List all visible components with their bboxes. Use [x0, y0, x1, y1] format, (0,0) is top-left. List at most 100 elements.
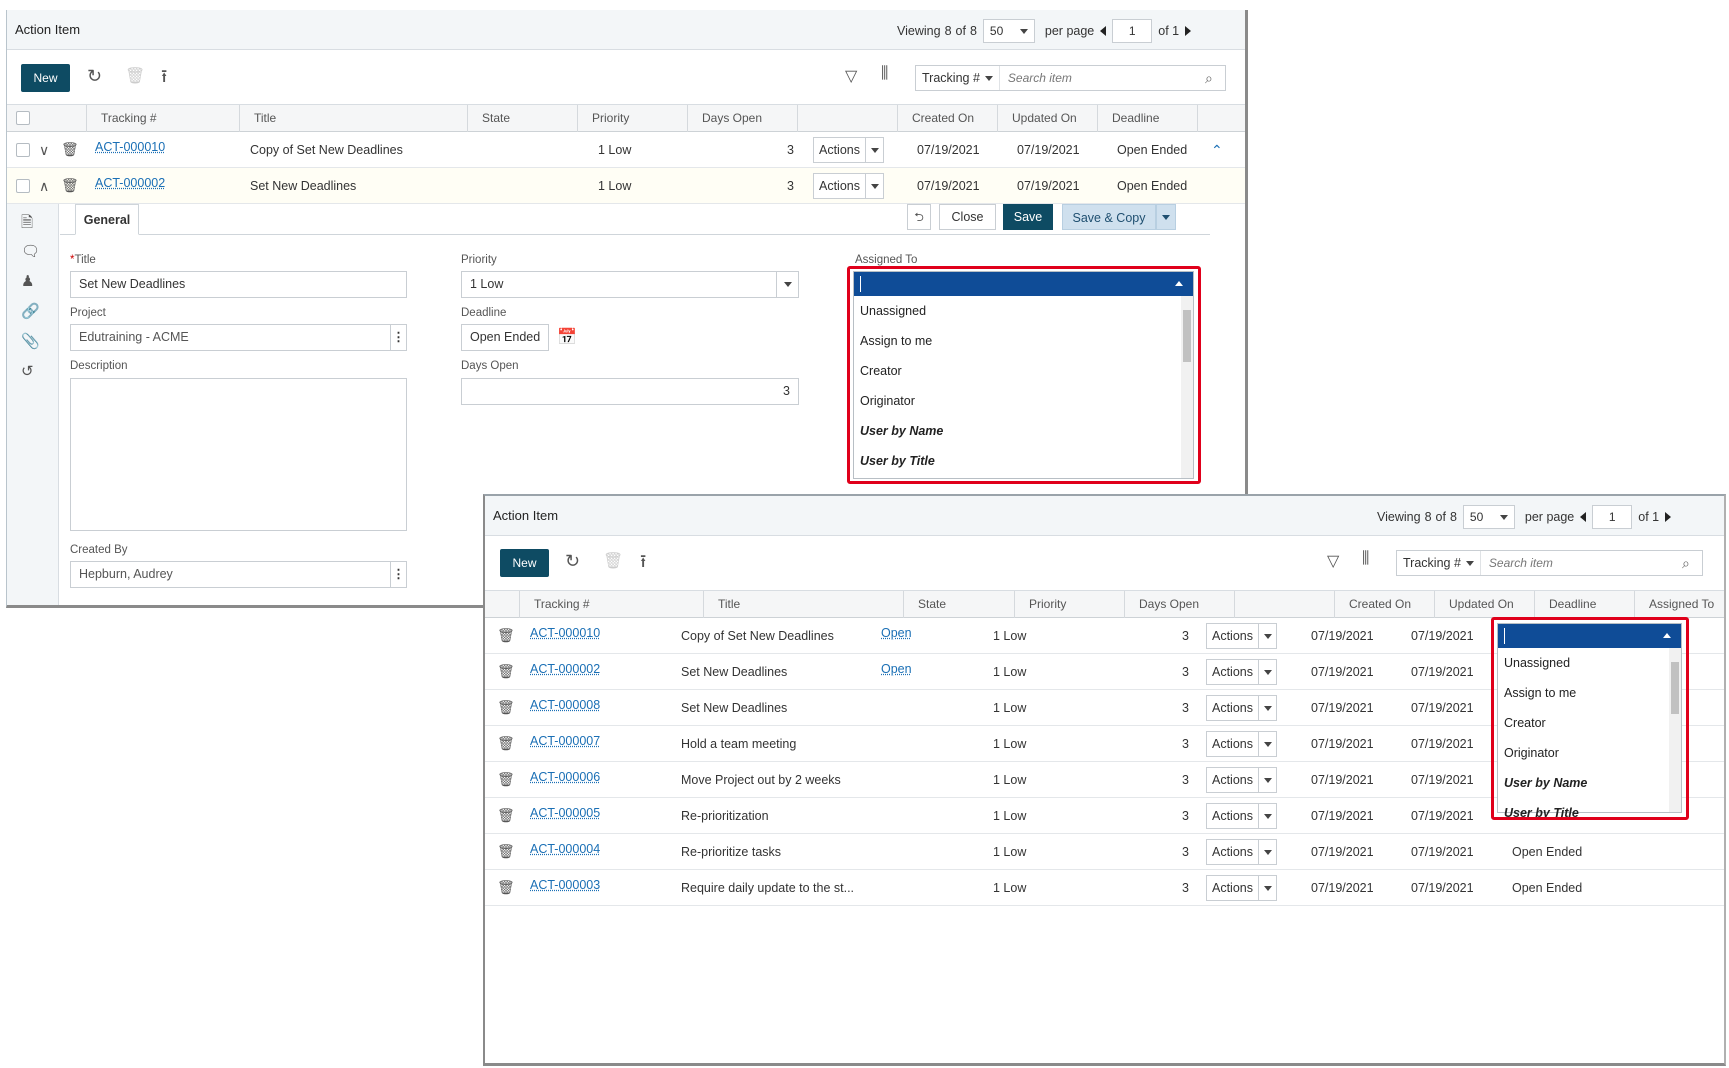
per-page-select[interactable]: 50: [1462, 505, 1515, 529]
prev-page-icon[interactable]: [1580, 512, 1587, 522]
col-title[interactable]: Title: [704, 591, 904, 618]
calendar-icon[interactable]: 📅: [557, 327, 577, 347]
attachment-icon[interactable]: 📎: [21, 332, 40, 350]
tracking-link[interactable]: ACT-000004: [530, 831, 600, 867]
table-row[interactable]: ∧ 🗑 ACT-000002 Set New Deadlines 1 Low 3…: [7, 168, 1245, 204]
tracking-link[interactable]: ACT-000006: [530, 759, 600, 795]
trash-icon[interactable]: 🗑: [497, 735, 515, 752]
new-button[interactable]: New: [21, 64, 70, 92]
filter-icon[interactable]: ▽: [1327, 551, 1339, 571]
actions-dropdown[interactable]: Actions: [1206, 659, 1277, 685]
filter-icon[interactable]: ▽: [845, 66, 857, 86]
search-icon[interactable]: ⌕: [1682, 555, 1702, 572]
col-deadline[interactable]: Deadline: [1098, 105, 1198, 132]
search-field-select[interactable]: Tracking #: [1397, 551, 1481, 575]
row-state[interactable]: Open: [881, 651, 912, 687]
trash-icon[interactable]: 🗑: [497, 843, 515, 860]
tracking-link[interactable]: ACT-000003: [530, 867, 600, 903]
table-row[interactable]: 🗑 ACT-000004 Re-prioritize tasks 1 Low 3 Acti…: [485, 834, 1724, 870]
page-input[interactable]: 1: [1112, 19, 1153, 43]
actions-dropdown[interactable]: Actions: [1206, 803, 1277, 829]
col-priority[interactable]: Priority: [578, 105, 688, 132]
actions-dropdown[interactable]: Actions: [1206, 695, 1277, 721]
tracking-link[interactable]: ACT-000008: [530, 687, 600, 723]
actions-dropdown[interactable]: Actions: [1206, 767, 1277, 793]
trash-icon[interactable]: 🗑: [497, 663, 515, 680]
col-updated-on[interactable]: Updated On: [998, 105, 1098, 132]
col-state[interactable]: State: [468, 105, 578, 132]
trash-icon[interactable]: 🗑: [497, 627, 515, 644]
col-tracking[interactable]: Tracking #: [520, 591, 704, 618]
save-copy-button[interactable]: Save & Copy: [1062, 204, 1156, 230]
title-field[interactable]: Set New Deadlines: [70, 271, 407, 298]
refresh-icon[interactable]: ↻: [87, 66, 102, 87]
trash-icon[interactable]: 🗑: [497, 807, 515, 824]
search-field-select[interactable]: Tracking #: [916, 66, 1000, 90]
save-copy-dropdown[interactable]: [1156, 204, 1176, 230]
tracking-link[interactable]: ACT-000002: [95, 165, 165, 201]
priority-select[interactable]: 1 Low: [461, 271, 799, 298]
created-by-field[interactable]: Hepburn, Audrey ⋮: [70, 561, 407, 588]
col-tracking[interactable]: Tracking #: [87, 105, 240, 132]
per-page-select[interactable]: 50: [982, 19, 1035, 43]
description-field[interactable]: [70, 378, 407, 531]
page-input[interactable]: 1: [1592, 505, 1633, 529]
refresh-icon[interactable]: ↻: [565, 551, 580, 572]
actions-dropdown[interactable]: Actions: [1206, 731, 1277, 757]
tracking-link[interactable]: ACT-000010: [95, 129, 165, 165]
tab-general[interactable]: General: [75, 204, 139, 235]
chevron-up-icon[interactable]: ∧: [39, 168, 49, 204]
row-checkbox[interactable]: [16, 179, 30, 193]
tracking-link[interactable]: ACT-000010: [530, 615, 600, 651]
scroll-up-icon[interactable]: ⌃: [1211, 132, 1223, 168]
document-icon[interactable]: 🗎: [21, 212, 33, 237]
table-row[interactable]: ∨ 🗑 ACT-000010 Copy of Set New Deadlines…: [7, 132, 1245, 168]
col-days-open[interactable]: Days Open: [1125, 591, 1235, 618]
trash-icon[interactable]: 🗑: [61, 177, 79, 194]
actions-dropdown[interactable]: Actions: [1206, 839, 1277, 865]
new-button[interactable]: New: [500, 549, 549, 577]
tracking-link[interactable]: ACT-000002: [530, 651, 600, 687]
row-checkbox[interactable]: [16, 143, 30, 157]
export-icon[interactable]: ⭱: [640, 549, 646, 579]
trash-icon[interactable]: 🗑: [497, 699, 515, 716]
tracking-link[interactable]: ACT-000007: [530, 723, 600, 759]
trash-icon[interactable]: 🗑: [497, 771, 515, 788]
col-created-on[interactable]: Created On: [1335, 591, 1435, 618]
history-icon[interactable]: ↺: [21, 362, 34, 380]
next-page-icon[interactable]: [1665, 512, 1672, 522]
link-icon[interactable]: 🔗: [21, 302, 40, 320]
table-row[interactable]: 🗑 ACT-000003 Require daily update to the s…: [485, 870, 1724, 906]
col-title[interactable]: Title: [240, 105, 468, 132]
users-icon[interactable]: ♟: [21, 272, 34, 290]
share-icon[interactable]: ⮌: [907, 204, 931, 230]
col-created-on[interactable]: Created On: [898, 105, 998, 132]
actions-dropdown[interactable]: Actions: [1206, 875, 1277, 901]
more-icon[interactable]: ⋮: [390, 325, 406, 350]
col-updated-on[interactable]: Updated On: [1435, 591, 1535, 618]
project-field[interactable]: Edutraining - ACME ⋮: [70, 324, 407, 351]
col-deadline[interactable]: Deadline: [1535, 591, 1635, 618]
comment-icon[interactable]: 🗨: [21, 242, 40, 260]
col-assigned-to[interactable]: Assigned To: [1635, 591, 1724, 618]
next-page-icon[interactable]: [1185, 26, 1192, 36]
tracking-link[interactable]: ACT-000005: [530, 795, 600, 831]
columns-icon[interactable]: ⫼: [881, 65, 888, 83]
search-input[interactable]: Search item: [1000, 71, 1205, 85]
col-state[interactable]: State: [904, 591, 1015, 618]
save-button[interactable]: Save: [1003, 204, 1053, 230]
prev-page-icon[interactable]: [1100, 26, 1107, 36]
deadline-field[interactable]: Open Ended: [461, 324, 549, 351]
actions-dropdown[interactable]: Actions: [1206, 623, 1277, 649]
col-priority[interactable]: Priority: [1015, 591, 1125, 618]
search-input[interactable]: Search item: [1481, 556, 1682, 570]
columns-icon[interactable]: ⫼: [1362, 550, 1369, 568]
chevron-down-icon[interactable]: ∨: [39, 132, 49, 168]
trash-icon[interactable]: 🗑: [61, 141, 79, 158]
export-icon[interactable]: ⭱: [161, 64, 167, 94]
search-icon[interactable]: ⌕: [1205, 70, 1225, 87]
actions-dropdown[interactable]: Actions: [813, 173, 884, 199]
actions-dropdown[interactable]: Actions: [813, 137, 884, 163]
row-state[interactable]: Open: [881, 615, 912, 651]
col-days-open[interactable]: Days Open: [688, 105, 798, 132]
